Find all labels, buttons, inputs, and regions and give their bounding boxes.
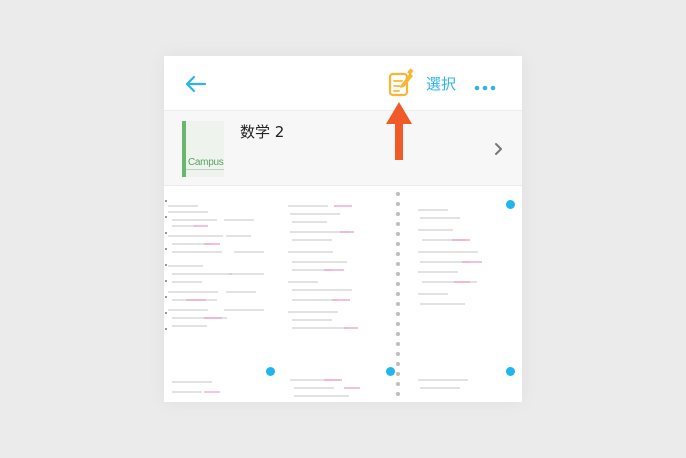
- note-edit-icon: [388, 68, 414, 97]
- back-button[interactable]: [184, 74, 208, 94]
- page-thumbnail[interactable]: [402, 362, 522, 402]
- page-thumbnail[interactable]: [284, 186, 394, 356]
- selection-dot[interactable]: [506, 367, 515, 376]
- selection-dot[interactable]: [506, 200, 515, 209]
- page-thumbnail[interactable]: [284, 362, 394, 402]
- cover-brand-label: Campus: [188, 157, 224, 168]
- selection-dot[interactable]: [266, 367, 275, 376]
- notebook-info-row[interactable]: Campus 数学 2: [164, 111, 522, 186]
- handwritten-notes: [418, 379, 468, 389]
- top-toolbar: 選択: [164, 56, 522, 111]
- chevron-right-icon: [495, 143, 502, 155]
- notebook-cover: Campus: [182, 121, 224, 177]
- page-thumbnail[interactable]: [164, 186, 282, 356]
- cover-stripe: [186, 169, 224, 170]
- notebook-spine-rings: [396, 192, 400, 396]
- edit-note-button[interactable]: [388, 68, 414, 98]
- more-horizontal-icon: [474, 85, 496, 91]
- notebook-title: 数学 2: [240, 123, 285, 141]
- handwritten-notes: [418, 209, 482, 305]
- arrow-up-icon: [386, 102, 412, 160]
- page-thumbnail-grid: [164, 186, 522, 402]
- page-thumbnail[interactable]: [402, 186, 522, 356]
- selection-dot[interactable]: [386, 367, 395, 376]
- app-window: 選択 Campus 数学 2: [164, 56, 522, 402]
- arrow-left-icon: [185, 75, 207, 93]
- handwritten-notes: [172, 381, 220, 393]
- handwritten-notes: [290, 379, 360, 397]
- handwritten-notes: [165, 200, 264, 330]
- select-button[interactable]: 選択: [426, 74, 456, 94]
- more-button[interactable]: [474, 78, 498, 91]
- handwritten-notes: [288, 205, 358, 329]
- page-thumbnail[interactable]: [164, 362, 282, 402]
